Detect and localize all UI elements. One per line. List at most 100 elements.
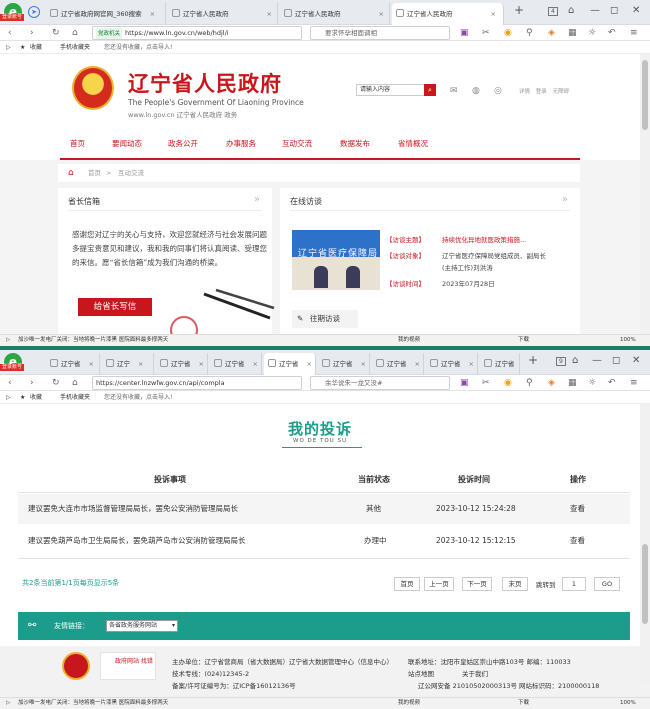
- prev-page-button[interactable]: 上一页: [424, 577, 454, 591]
- nav-open-gov[interactable]: 政务公开: [168, 138, 198, 149]
- tab-gov-1[interactable]: 辽宁省人民政府 ×: [168, 3, 278, 25]
- close-icon[interactable]: ×: [199, 360, 204, 368]
- sidebar-toggle-icon[interactable]: ▷: [6, 41, 11, 54]
- gov-title[interactable]: 辽宁省人民政府: [128, 68, 282, 98]
- last-page-button[interactable]: 末页: [502, 577, 528, 591]
- close-icon[interactable]: ×: [89, 360, 94, 368]
- back-icon[interactable]: ‹: [8, 377, 12, 389]
- search-icon[interactable]: ⌕: [424, 84, 436, 96]
- menu-icon[interactable]: ≡: [630, 27, 638, 39]
- zoom-level[interactable]: 100%: [620, 335, 636, 346]
- extension-icon[interactable]: ▣: [460, 377, 469, 389]
- my-video[interactable]: 我的视频: [398, 698, 420, 709]
- view-link[interactable]: 查看: [570, 494, 585, 524]
- zoom-level[interactable]: 100%: [620, 698, 636, 709]
- close-icon[interactable]: ×: [491, 10, 496, 18]
- tab-9[interactable]: 辽宁省×: [480, 353, 520, 375]
- tab-4[interactable]: 辽宁省 ×: [210, 353, 262, 375]
- url-input[interactable]: 党政机关 https://www.ln.gov.cn/web/hdjl/i: [92, 26, 302, 40]
- interview-photo[interactable]: 辽宁省医疗保障局: [292, 230, 380, 290]
- home-icon[interactable]: ⌂: [68, 164, 74, 182]
- home-icon[interactable]: ⌂: [72, 377, 78, 389]
- past-interviews-button[interactable]: ✎ 往期访谈: [292, 310, 358, 328]
- nav-province[interactable]: 省情概况: [398, 138, 428, 149]
- new-tab-button[interactable]: +: [514, 3, 524, 17]
- tab-360-search[interactable]: 辽宁省政府网官网_360搜索 ×: [46, 3, 166, 25]
- footer-icp[interactable]: 备案/许可证编号为：辽ICP备16012136号: [172, 680, 296, 690]
- nav-home[interactable]: 首页: [70, 138, 85, 149]
- magnifier-icon[interactable]: ⚲: [526, 377, 533, 389]
- write-to-governor-button[interactable]: 给省长写信: [78, 298, 152, 316]
- download-button[interactable]: 下载: [518, 698, 529, 709]
- tab-gov-3-active[interactable]: 辽宁省人民政府 ×: [392, 3, 504, 25]
- news-ticker[interactable]: 加沙唯一发电厂关闭：当地将晚一片漆黑 医院面料最多撑两天: [18, 335, 168, 346]
- mail-icon[interactable]: ✉: [450, 86, 458, 96]
- scrollbar-thumb[interactable]: [642, 544, 648, 624]
- new-tab-button[interactable]: +: [528, 353, 538, 367]
- scissors-icon[interactable]: ✂: [482, 27, 490, 39]
- forward-icon[interactable]: ›: [30, 377, 34, 389]
- extension-icon[interactable]: ▣: [460, 27, 469, 39]
- scrollbar[interactable]: [640, 54, 650, 334]
- close-icon[interactable]: ×: [253, 360, 258, 368]
- search-input[interactable]: 要求怀孕相面调相: [310, 26, 450, 40]
- scissors-icon[interactable]: ✂: [482, 377, 490, 389]
- mobile-bookmarks[interactable]: 手机收藏夹: [60, 41, 90, 54]
- close-icon[interactable]: ×: [469, 360, 474, 368]
- complaint-item[interactable]: 建议罢免葫芦岛市卫生局局长，罢免葫芦岛市公安消防管理局局长: [28, 526, 246, 556]
- forward-icon[interactable]: ›: [30, 27, 34, 39]
- page-input[interactable]: 1: [562, 577, 586, 591]
- bookmark-fav[interactable]: 收藏: [30, 41, 42, 54]
- undo-icon[interactable]: ↶: [608, 377, 616, 389]
- nav-interaction[interactable]: 互动交流: [282, 138, 312, 149]
- minimize-icon[interactable]: —: [592, 355, 602, 366]
- view-link[interactable]: 查看: [570, 526, 585, 556]
- game-icon[interactable]: ◉: [504, 377, 512, 389]
- tab-count-badge[interactable]: 9: [556, 357, 566, 366]
- close-icon[interactable]: ×: [361, 360, 366, 368]
- game-icon[interactable]: ◉: [504, 27, 512, 39]
- tab-2[interactable]: 辽宁 ×: [102, 353, 154, 375]
- nav-services[interactable]: 办事服务: [226, 138, 256, 149]
- my-video[interactable]: 我的视频: [398, 335, 420, 346]
- close-icon[interactable]: ×: [307, 360, 312, 368]
- reload-icon[interactable]: ↻: [52, 377, 60, 389]
- shield-icon[interactable]: ◈: [548, 377, 555, 389]
- download-button[interactable]: 下载: [518, 335, 529, 346]
- maximize-icon[interactable]: ◻: [610, 5, 618, 16]
- minimize-icon[interactable]: —: [590, 5, 600, 16]
- footer-police[interactable]: 辽公网安备 21010502000313号 网站标识码：2100000118: [418, 680, 599, 690]
- scrollbar[interactable]: [640, 404, 650, 684]
- home-icon[interactable]: ⌂: [72, 27, 78, 39]
- weibo-icon[interactable]: ◎: [494, 86, 502, 96]
- first-page-button[interactable]: 首页: [394, 577, 420, 591]
- search-input[interactable]: 余华说朱一龙又没#: [310, 376, 450, 390]
- close-icon[interactable]: ×: [138, 360, 143, 368]
- wechat-icon[interactable]: ◍: [472, 86, 480, 96]
- reload-icon[interactable]: ↻: [52, 27, 60, 39]
- footer-sitemap[interactable]: 站点地图: [408, 668, 434, 678]
- tab-3[interactable]: 辽宁省 ×: [156, 353, 208, 375]
- close-icon[interactable]: ×: [379, 10, 384, 18]
- shirt-icon[interactable]: ⌂: [568, 5, 574, 16]
- tab-count-badge[interactable]: 4: [548, 7, 558, 16]
- login-badge[interactable]: 登录账号: [0, 14, 25, 21]
- complaint-item[interactable]: 建议罢免大连市市场监督管理局局长，罢免公安消防管理局局长: [28, 494, 238, 524]
- shirt-icon[interactable]: ⌂: [572, 355, 578, 366]
- next-page-button[interactable]: 下一页: [462, 577, 492, 591]
- compass-icon[interactable]: ➤: [28, 6, 40, 18]
- close-window-icon[interactable]: ✕: [632, 5, 640, 16]
- bookmark-hint[interactable]: 您还没有收藏，点击导入!: [104, 41, 172, 54]
- more-chevron-icon[interactable]: »: [562, 194, 568, 205]
- close-window-icon[interactable]: ✕: [632, 355, 640, 366]
- gov-top-links[interactable]: 详情 登录 无障碍: [519, 87, 569, 95]
- more-chevron-icon[interactable]: »: [254, 194, 260, 205]
- close-icon[interactable]: ×: [267, 10, 272, 18]
- province-sites-select[interactable]: 各省政务服务网站 ▾: [106, 620, 178, 632]
- settings-icon[interactable]: ☼: [588, 27, 596, 39]
- tab-6[interactable]: 辽宁省 ×: [318, 353, 370, 375]
- tab-7[interactable]: 辽宁省 ×: [372, 353, 424, 375]
- url-input[interactable]: https://center.lnzwfw.gov.cn/api/compla: [92, 376, 302, 390]
- nav-data[interactable]: 数据发布: [340, 138, 370, 149]
- menu-icon[interactable]: ≡: [630, 377, 638, 389]
